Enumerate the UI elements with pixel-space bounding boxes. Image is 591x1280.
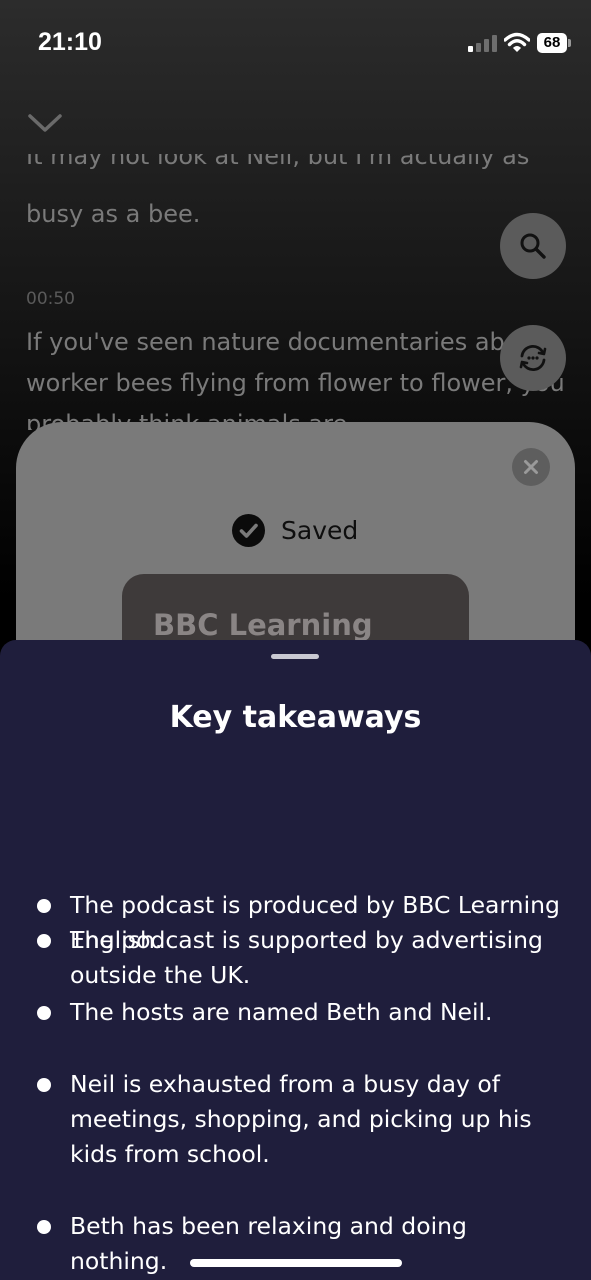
bullet xyxy=(37,1078,51,1092)
chevron-down-icon[interactable] xyxy=(24,104,66,140)
bullet xyxy=(37,934,51,948)
bullet xyxy=(37,1006,51,1020)
key-takeaways-sheet: Key takeaways The podcast is supported b… xyxy=(0,640,591,1280)
search-button[interactable] xyxy=(500,213,566,279)
close-icon xyxy=(524,460,538,474)
transcript-line: busy as a bee. xyxy=(26,200,201,228)
bullet xyxy=(37,1220,51,1234)
status-bar: 21:10 68 xyxy=(0,0,591,88)
sheet-title: Key takeaways xyxy=(169,700,422,735)
bullet xyxy=(37,899,51,913)
podcast-title: BBC Learning xyxy=(153,608,373,642)
sheet-drag-handle[interactable] xyxy=(271,654,319,659)
search-icon xyxy=(520,233,546,259)
battery-icon: 68 xyxy=(537,33,571,53)
transcript-segment[interactable]: If you've seen nature documentaries abou… xyxy=(26,322,566,430)
takeaway-text: Neil is exhausted from a busy day of mee… xyxy=(70,1070,532,1168)
takeaway-text: The podcast is produced by BBC Learning … xyxy=(70,891,560,954)
saved-label: Saved xyxy=(281,516,359,545)
sync-transcript-icon xyxy=(519,344,547,372)
wifi-icon xyxy=(504,32,530,52)
podcast-player-screen: 21:10 68 It may not look at Neil, but I'… xyxy=(0,0,591,1280)
takeaway-text: The hosts are named Beth and Neil. xyxy=(70,998,493,1026)
home-indicator[interactable] xyxy=(190,1259,402,1267)
transcript-line-partial: It may not look at Neil, but I'm actuall… xyxy=(26,154,530,170)
check-circle-icon xyxy=(232,514,265,547)
status-time: 21:10 xyxy=(38,28,102,56)
takeaway-text: Beth has been relaxing and doing nothing… xyxy=(70,1212,467,1275)
close-button[interactable] xyxy=(512,448,550,486)
transcript: It may not look at Neil, but I'm actuall… xyxy=(26,150,566,430)
cellular-signal-icon xyxy=(468,34,498,52)
battery-level: 68 xyxy=(537,33,567,53)
sync-transcript-button[interactable] xyxy=(500,325,566,391)
transcript-timestamp[interactable]: 00:50 xyxy=(26,288,75,310)
